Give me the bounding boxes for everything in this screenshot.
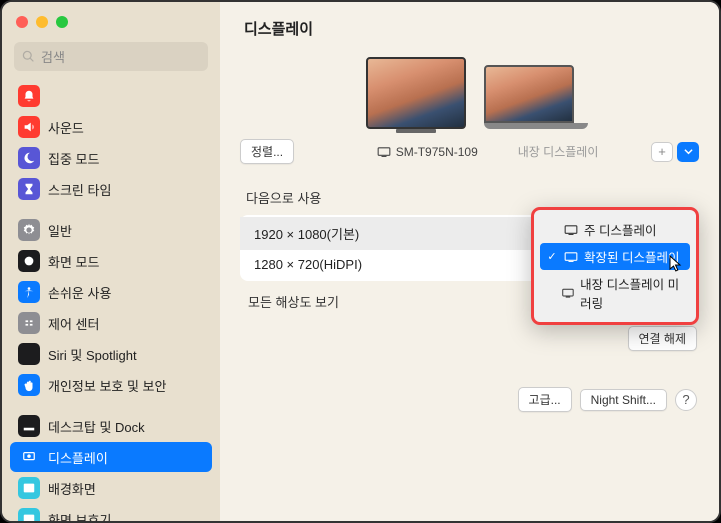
sidebar-item-label: Siri 및 Spotlight <box>48 345 137 364</box>
laptop-icon <box>484 65 574 129</box>
sidebar-item[interactable]: 제어 센터 <box>10 308 212 338</box>
sidebar-item-label: 개인정보 보호 및 보안 <box>48 376 166 395</box>
sidebar-item-label: 디스플레이 <box>48 448 108 467</box>
display-label-external: SM-T975N-109 <box>377 145 478 159</box>
appearance-icon <box>18 250 40 272</box>
sidebar-item-label: 일반 <box>48 221 72 240</box>
sidebar-item[interactable]: 집중 모드 <box>10 143 212 173</box>
sidebar-item-label: 화면 보호기 <box>48 510 111 522</box>
sidebar-item-label: 배경화면 <box>48 479 96 498</box>
search-field[interactable]: 검색 <box>14 42 208 71</box>
sidebar-item[interactable]: 데스크탑 및 Dock <box>10 411 212 441</box>
maximize-window-button[interactable] <box>56 16 68 28</box>
sidebar-item[interactable]: 스크린 타임 <box>10 174 212 204</box>
page-title: 디스플레이 <box>220 2 719 49</box>
arrange-row: 정렬... SM-T975N-109 내장 디스플레이 + <box>220 139 719 164</box>
search-icon <box>22 50 35 63</box>
dock-icon <box>18 415 40 437</box>
sidebar-item[interactable]: 배경화면 <box>10 473 212 503</box>
sidebar-item-label: 사운드 <box>48 118 84 137</box>
footer-buttons: 고급... Night Shift... ? <box>220 351 719 412</box>
display-previews <box>220 49 719 135</box>
chevron-down-icon <box>684 147 693 156</box>
main-content: 디스플레이 정렬... SM-T975N-109 내장 디스플레이 <box>220 2 719 521</box>
sidebar-item[interactable]: 일반 <box>10 215 212 245</box>
gear-icon <box>18 219 40 241</box>
sidebar: 검색 사운드집중 모드스크린 타임일반화면 모드손쉬운 사용제어 센터 Siri … <box>2 2 220 521</box>
hourglass-icon <box>18 178 40 200</box>
sidebar-item[interactable] <box>10 81 212 111</box>
help-button[interactable]: ? <box>675 389 697 411</box>
arrange-button[interactable]: 정렬... <box>240 139 294 164</box>
popup-option-label: 확장된 디스플레이 <box>584 247 679 266</box>
sidebar-item-label: 스크린 타임 <box>48 180 111 199</box>
display-label-internal: 내장 디스플레이 <box>518 143 599 160</box>
sidebar-nav: 사운드집중 모드스크린 타임일반화면 모드손쉬운 사용제어 센터 Siri 및 S… <box>2 81 220 521</box>
check-icon: ✓ <box>546 250 558 263</box>
display-icon <box>564 225 578 235</box>
sidebar-item[interactable]: 사운드 <box>10 112 212 142</box>
settings-window: 검색 사운드집중 모드스크린 타임일반화면 모드손쉬운 사용제어 센터 Siri … <box>0 0 721 523</box>
sidebar-item[interactable]: 화면 보호기 <box>10 504 212 521</box>
search-placeholder: 검색 <box>41 47 65 66</box>
sidebar-item-label: 손쉬운 사용 <box>48 283 111 302</box>
moon-icon <box>18 147 40 169</box>
bell-icon <box>18 85 40 107</box>
advanced-button[interactable]: 고급... <box>518 387 572 412</box>
wallpaper-icon <box>18 477 40 499</box>
control-icon <box>18 312 40 334</box>
popup-option[interactable]: 내장 디스플레이 미러링 <box>540 270 690 316</box>
sidebar-item[interactable]: 개인정보 보호 및 보안 <box>10 370 212 400</box>
add-display-group: + <box>651 142 699 162</box>
display-external[interactable] <box>366 57 466 129</box>
sidebar-item[interactable]: 디스플레이 <box>10 442 212 472</box>
accessibility-icon <box>18 281 40 303</box>
sound-icon <box>18 116 40 138</box>
display-internal[interactable] <box>484 65 574 129</box>
display-icon <box>564 252 578 262</box>
display-icon <box>377 147 391 157</box>
screensaver-icon <box>18 508 40 521</box>
popup-option-label: 내장 디스플레이 미러링 <box>580 274 684 312</box>
sidebar-item[interactable]: 손쉬운 사용 <box>10 277 212 307</box>
hand-icon <box>18 374 40 396</box>
sidebar-item-label: 집중 모드 <box>48 149 99 168</box>
siri-icon <box>18 343 40 365</box>
use-as-popup: 주 디스플레이 ✓ 확장된 디스플레이내장 디스플레이 미러링 <box>531 207 699 325</box>
minimize-window-button[interactable] <box>36 16 48 28</box>
window-controls <box>2 12 220 38</box>
add-display-button[interactable]: + <box>651 142 673 162</box>
monitor-icon <box>366 57 466 129</box>
popup-option-label: 주 디스플레이 <box>584 220 656 239</box>
disconnect-button[interactable]: 연결 해제 <box>628 326 698 351</box>
sidebar-item[interactable]: 화면 모드 <box>10 246 212 276</box>
sidebar-item-label: 화면 모드 <box>48 252 99 271</box>
popup-option[interactable]: ✓ 확장된 디스플레이 <box>540 243 690 270</box>
display-icon <box>18 446 40 468</box>
sidebar-item[interactable]: Siri 및 Spotlight <box>10 339 212 369</box>
sidebar-item-label: 제어 센터 <box>48 314 99 333</box>
sidebar-item-label: 데스크탑 및 Dock <box>48 417 145 436</box>
close-window-button[interactable] <box>16 16 28 28</box>
display-options-dropdown[interactable] <box>677 142 699 162</box>
display-icon <box>562 288 574 298</box>
night-shift-button[interactable]: Night Shift... <box>580 389 667 411</box>
show-all-label: 모든 해상도 보기 <box>248 292 339 311</box>
popup-option[interactable]: 주 디스플레이 <box>540 216 690 243</box>
